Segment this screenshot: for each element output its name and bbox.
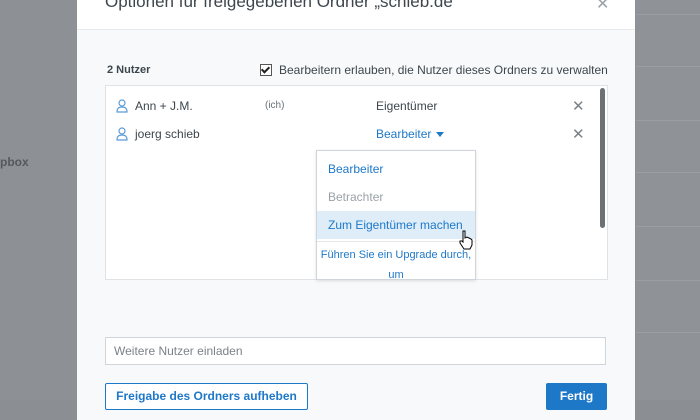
- background-divider: [636, 120, 700, 121]
- invite-users-input[interactable]: [105, 337, 606, 365]
- menu-item-make-owner[interactable]: Zum Eigentümer machen: [317, 211, 475, 239]
- shared-folder-options-dialog: Optionen für freigegebenen Ordner „schie…: [77, 0, 635, 420]
- close-icon[interactable]: ✕: [596, 0, 609, 14]
- hand-cursor-icon: [459, 230, 473, 250]
- background-divider: [636, 226, 700, 227]
- unshare-folder-button[interactable]: Freigabe des Ordners aufheben: [105, 383, 308, 410]
- background-text: pbox: [0, 155, 29, 169]
- dialog-body: 2 Nutzer Bearbeitern erlauben, die Nutze…: [77, 30, 635, 420]
- allow-editors-option[interactable]: Bearbeitern erlauben, die Nutzer dieses …: [260, 63, 608, 77]
- background-divider: [636, 280, 700, 281]
- members-list: Ann + J.M. (ich) Eigentümer ✕ joerg schi…: [105, 85, 608, 280]
- self-tag: (ich): [265, 100, 285, 111]
- background-divider: [636, 66, 700, 67]
- menu-divider: [317, 241, 475, 242]
- member-name: Ann + J.M.: [135, 99, 193, 113]
- menu-item-viewer: Betrachter: [328, 190, 384, 204]
- background-divider: [636, 172, 700, 173]
- user-icon: [116, 127, 128, 141]
- role-dropdown-trigger[interactable]: Bearbeiter: [376, 127, 445, 141]
- member-role: Bearbeiter: [376, 127, 432, 141]
- remove-member-icon[interactable]: ✕: [572, 125, 585, 143]
- member-role: Eigentümer: [376, 99, 438, 113]
- member-row: joerg schieb Bearbeiter ✕: [106, 120, 596, 148]
- dialog-title: Optionen für freigegebenen Ordner „schie…: [105, 0, 459, 11]
- scrollbar[interactable]: [600, 88, 605, 228]
- user-icon: [116, 99, 128, 113]
- dialog-header: Optionen für freigegebenen Ordner „schie…: [77, 0, 635, 30]
- member-name: joerg schieb: [135, 127, 200, 141]
- member-count: 2 Nutzer: [107, 64, 151, 76]
- role-dropdown-menu: Bearbeiter Betrachter Zum Eigentümer mac…: [316, 150, 476, 280]
- background-right-panel: [636, 0, 700, 400]
- background-divider: [636, 14, 700, 15]
- member-row: Ann + J.M. (ich) Eigentümer ✕: [106, 92, 596, 120]
- chevron-down-icon: [436, 132, 445, 138]
- remove-member-icon[interactable]: ✕: [572, 97, 585, 115]
- background-divider: [636, 332, 700, 333]
- done-button[interactable]: Fertig: [546, 383, 607, 410]
- allow-editors-label: Bearbeitern erlauben, die Nutzer dieses …: [279, 63, 608, 77]
- menu-item-editor[interactable]: Bearbeiter: [317, 155, 475, 183]
- upgrade-link[interactable]: Führen Sie ein Upgrade durch, um: [317, 245, 475, 279]
- allow-editors-checkbox[interactable]: [260, 64, 272, 76]
